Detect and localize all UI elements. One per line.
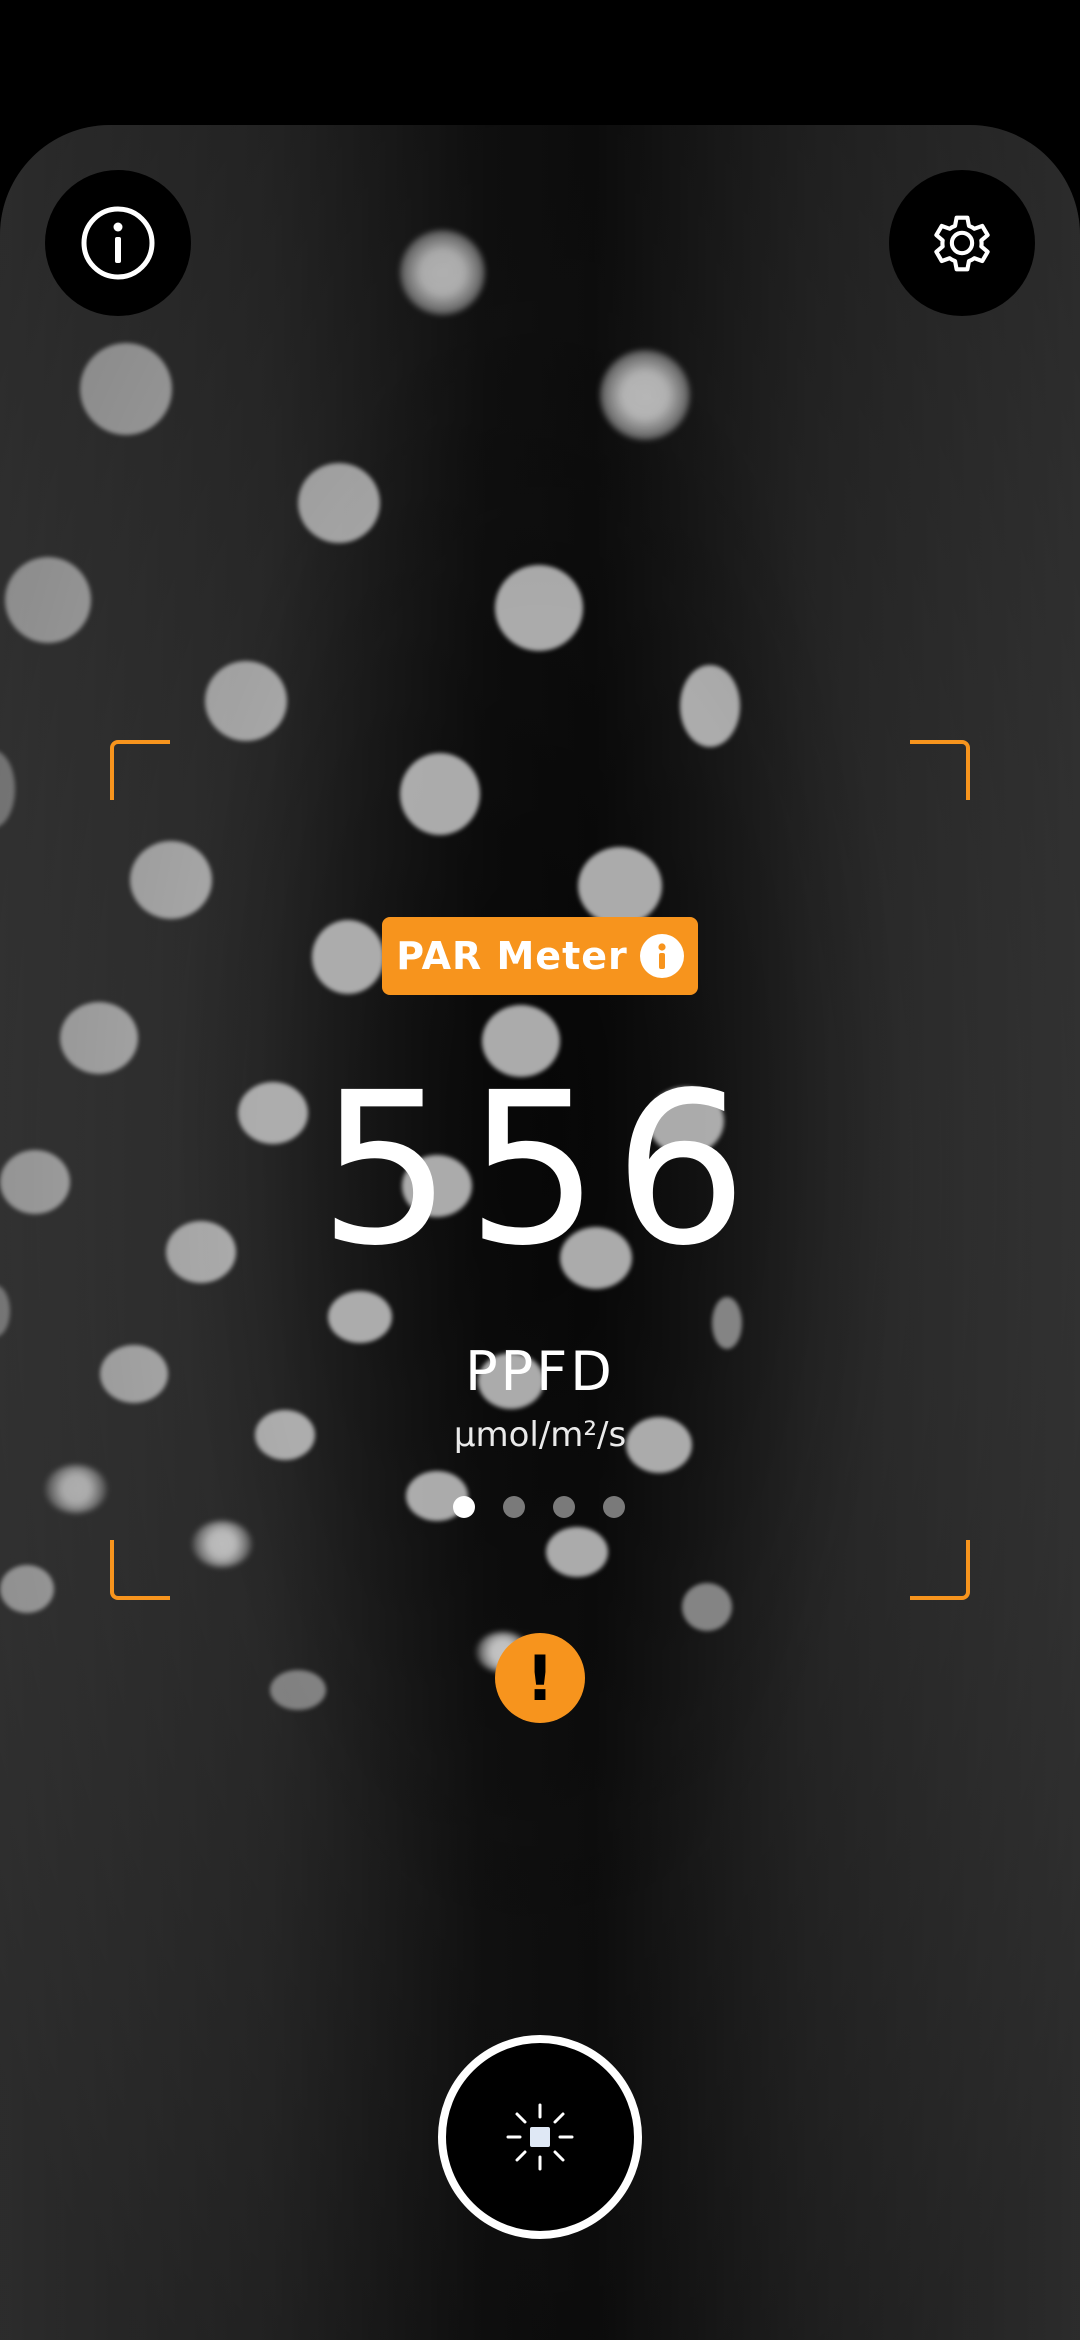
status-bar	[0, 0, 1080, 125]
scan-frame-corner-top-left	[110, 740, 170, 800]
scan-frame-corner-top-right	[910, 740, 970, 800]
page-indicator[interactable]	[453, 1496, 625, 1518]
gear-icon	[934, 215, 990, 272]
mode-label: PAR Meter	[396, 934, 628, 978]
info-button[interactable]	[45, 170, 191, 316]
measure-button[interactable]	[438, 2035, 642, 2239]
page-dot-4[interactable]	[603, 1496, 625, 1518]
scan-frame-corner-bottom-left	[110, 1540, 170, 1600]
info-icon	[639, 934, 684, 978]
mode-badge[interactable]: PAR Meter	[382, 917, 698, 995]
scan-frame-corner-bottom-right	[910, 1540, 970, 1600]
page-dot-2[interactable]	[503, 1496, 525, 1518]
page-dot-1[interactable]	[453, 1496, 475, 1518]
light-reading-value: 556	[318, 1047, 762, 1292]
settings-button[interactable]	[889, 170, 1035, 316]
measurement-unit: PPFD	[465, 1340, 615, 1403]
measurement-unit-detail: μmol/m²/s	[453, 1415, 627, 1455]
warning-icon[interactable]: !	[495, 1633, 585, 1723]
info-icon	[81, 206, 155, 280]
page-dot-3[interactable]	[553, 1496, 575, 1518]
light-sensor-icon	[506, 2103, 574, 2171]
